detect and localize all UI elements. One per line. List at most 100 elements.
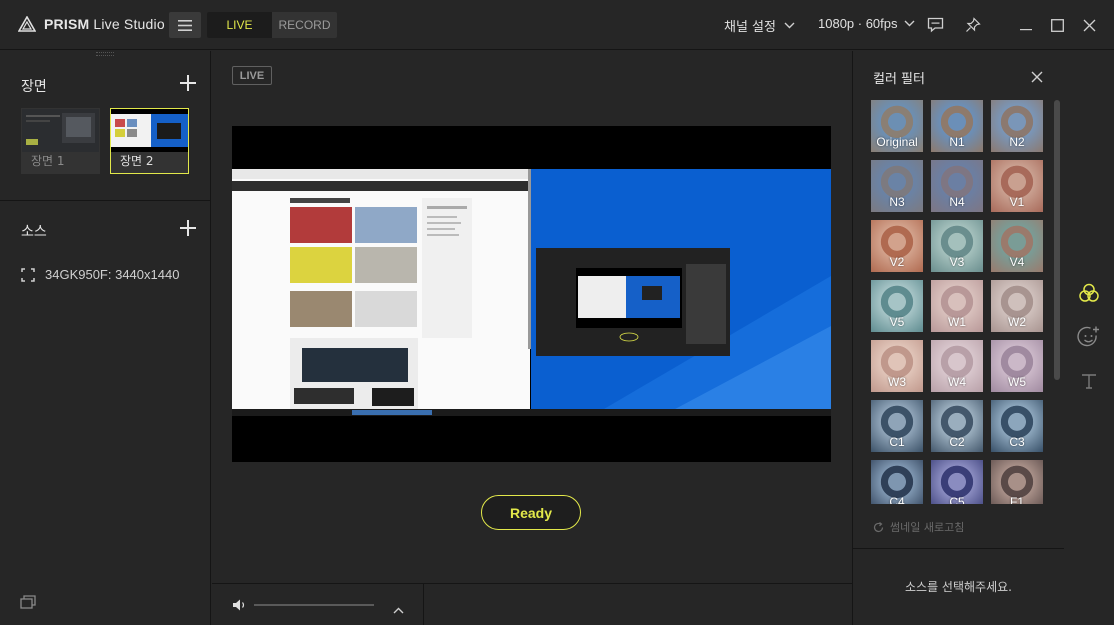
preview-canvas[interactable] — [232, 126, 831, 462]
title-bar: PRISM Live Studio LIVE RECORD 채널 설정 1080p… — [0, 0, 1114, 50]
filter-panel-close-button[interactable] — [1031, 68, 1043, 87]
scene-item-2[interactable]: 장면 2 — [110, 108, 189, 174]
maximize-button[interactable] — [1047, 15, 1067, 35]
hamburger-menu-button[interactable] — [169, 12, 201, 38]
filter-thumb-w4[interactable]: W4 — [931, 340, 983, 392]
filter-thumb-w2[interactable]: W2 — [991, 280, 1043, 332]
filter-thumb-c4[interactable]: C4 — [871, 460, 923, 504]
filter-thumb-c1[interactable]: C1 — [871, 400, 923, 452]
chat-button[interactable] — [925, 15, 945, 35]
quality-dropdown[interactable]: 1080p · 60fps — [818, 16, 915, 31]
audio-bar — [212, 583, 852, 625]
filter-thumb-n2[interactable]: N2 — [991, 100, 1043, 152]
filter-label: V2 — [889, 255, 905, 269]
filter-panel-divider — [853, 548, 1064, 549]
filter-grid: Original N1 N2 N3 N4 V1 V2 V3 V4 V5 W1 W2 W3 W4 W5 C1 C2… — [871, 100, 1051, 504]
filter-thumb-original[interactable]: Original — [871, 100, 923, 152]
color-filter-tool-button[interactable] — [1076, 280, 1102, 306]
right-toolbar — [1064, 51, 1114, 625]
maximize-icon — [1050, 18, 1064, 32]
filter-scrollbar[interactable] — [1054, 100, 1060, 380]
filter-thumb-v5[interactable]: V5 — [871, 280, 923, 332]
filter-label: F1 — [1009, 495, 1024, 504]
filter-thumb-c3[interactable]: C3 — [991, 400, 1043, 452]
audio-expand-button[interactable] — [393, 599, 404, 618]
main-preview-area: LIVE Ready — [212, 51, 852, 583]
volume-slider[interactable] — [254, 604, 374, 606]
close-icon — [1083, 19, 1095, 31]
filter-thumb-n4[interactable]: N4 — [931, 160, 983, 212]
scenes-title: 장면 — [21, 79, 47, 95]
scene-thumbnail — [22, 109, 99, 152]
color-filter-panel: 컬러 필터 Original N1 N2 N3 N4 V1 V2 V3 V4 V5 W1 W2 W3 W4… — [852, 51, 1064, 625]
color-filter-icon — [1079, 283, 1099, 302]
ready-button[interactable]: Ready — [481, 495, 581, 530]
filter-thumb-c2[interactable]: C2 — [931, 400, 983, 452]
chevron-down-icon — [784, 22, 795, 29]
filter-label: W2 — [1008, 315, 1026, 329]
scene-item-1[interactable]: 장면 1 — [21, 108, 100, 174]
filter-thumb-c5[interactable]: C5 — [931, 460, 983, 504]
refresh-thumbnails-button[interactable]: 썸네일 새로고침 — [873, 519, 964, 535]
pin-icon — [966, 17, 981, 32]
scene-label: 장면 1 — [31, 154, 65, 168]
filter-thumb-v4[interactable]: V4 — [991, 220, 1043, 272]
add-source-button[interactable] — [180, 220, 196, 236]
filter-label: V3 — [949, 255, 965, 269]
quality-label: 1080p · 60fps — [818, 16, 898, 31]
filter-thumb-w5[interactable]: W5 — [991, 340, 1043, 392]
channel-settings-dropdown[interactable]: 채널 설정 — [724, 16, 795, 35]
mode-record-tab[interactable]: RECORD — [272, 12, 337, 38]
filter-label: V4 — [1009, 255, 1025, 269]
filter-label: W1 — [948, 315, 966, 329]
volume-button[interactable] — [232, 597, 247, 616]
filter-thumb-w1[interactable]: W1 — [931, 280, 983, 332]
add-scene-button[interactable] — [180, 75, 196, 91]
prism-live-studio-window: PRISM Live Studio LIVE RECORD 채널 설정 1080p… — [0, 0, 1114, 625]
live-badge: LIVE — [232, 66, 272, 85]
channel-settings-label: 채널 설정 — [724, 20, 776, 35]
sticker-tool-button[interactable] — [1076, 324, 1102, 350]
filter-thumb-v3[interactable]: V3 — [931, 220, 983, 272]
filter-label: C5 — [949, 495, 965, 504]
text-tool-button[interactable] — [1076, 368, 1102, 394]
filter-thumb-f1[interactable]: F1 — [991, 460, 1043, 504]
filter-thumb-n1[interactable]: N1 — [931, 100, 983, 152]
minimize-button[interactable] — [1016, 15, 1036, 35]
chat-icon — [927, 17, 943, 33]
region-capture-icon — [21, 267, 35, 282]
panel-resize-grip[interactable] — [96, 52, 114, 56]
filter-panel-title: 컬러 필터 — [873, 72, 925, 87]
prism-logo-icon — [18, 16, 36, 32]
filter-label: C3 — [1009, 435, 1025, 449]
filter-label: N2 — [1009, 135, 1025, 149]
filter-label: V5 — [889, 315, 905, 329]
filter-thumb-n3[interactable]: N3 — [871, 160, 923, 212]
multiview-button[interactable] — [20, 594, 36, 613]
pin-button[interactable] — [963, 15, 983, 35]
filter-thumb-v1[interactable]: V1 — [991, 160, 1043, 212]
filter-label: W3 — [888, 375, 906, 389]
refresh-label: 썸네일 새로고침 — [890, 521, 965, 534]
close-icon — [1031, 71, 1043, 83]
filter-thumb-w3[interactable]: W3 — [871, 340, 923, 392]
filter-label: Original — [876, 135, 918, 149]
chevron-down-icon — [904, 20, 915, 27]
section-divider — [0, 200, 211, 201]
speaker-icon — [233, 599, 245, 611]
close-window-button[interactable] — [1079, 15, 1099, 35]
filter-label: N1 — [949, 135, 965, 149]
mode-live-tab[interactable]: LIVE — [207, 12, 272, 38]
emoji-plus-icon — [1077, 326, 1099, 347]
filter-thumb-v2[interactable]: V2 — [871, 220, 923, 272]
screen-capture-preview — [232, 126, 831, 462]
source-item[interactable]: 34GK950F: 3440x1440 — [21, 267, 179, 282]
minimize-icon — [1020, 29, 1032, 31]
menu-icon — [178, 19, 192, 31]
sources-title: 소스 — [21, 224, 47, 240]
filter-label: C2 — [949, 435, 965, 449]
app-logo: PRISM Live Studio — [18, 16, 165, 32]
audio-bar-divider — [423, 584, 424, 625]
filter-label: W4 — [948, 375, 966, 389]
filter-label: N4 — [949, 195, 965, 209]
